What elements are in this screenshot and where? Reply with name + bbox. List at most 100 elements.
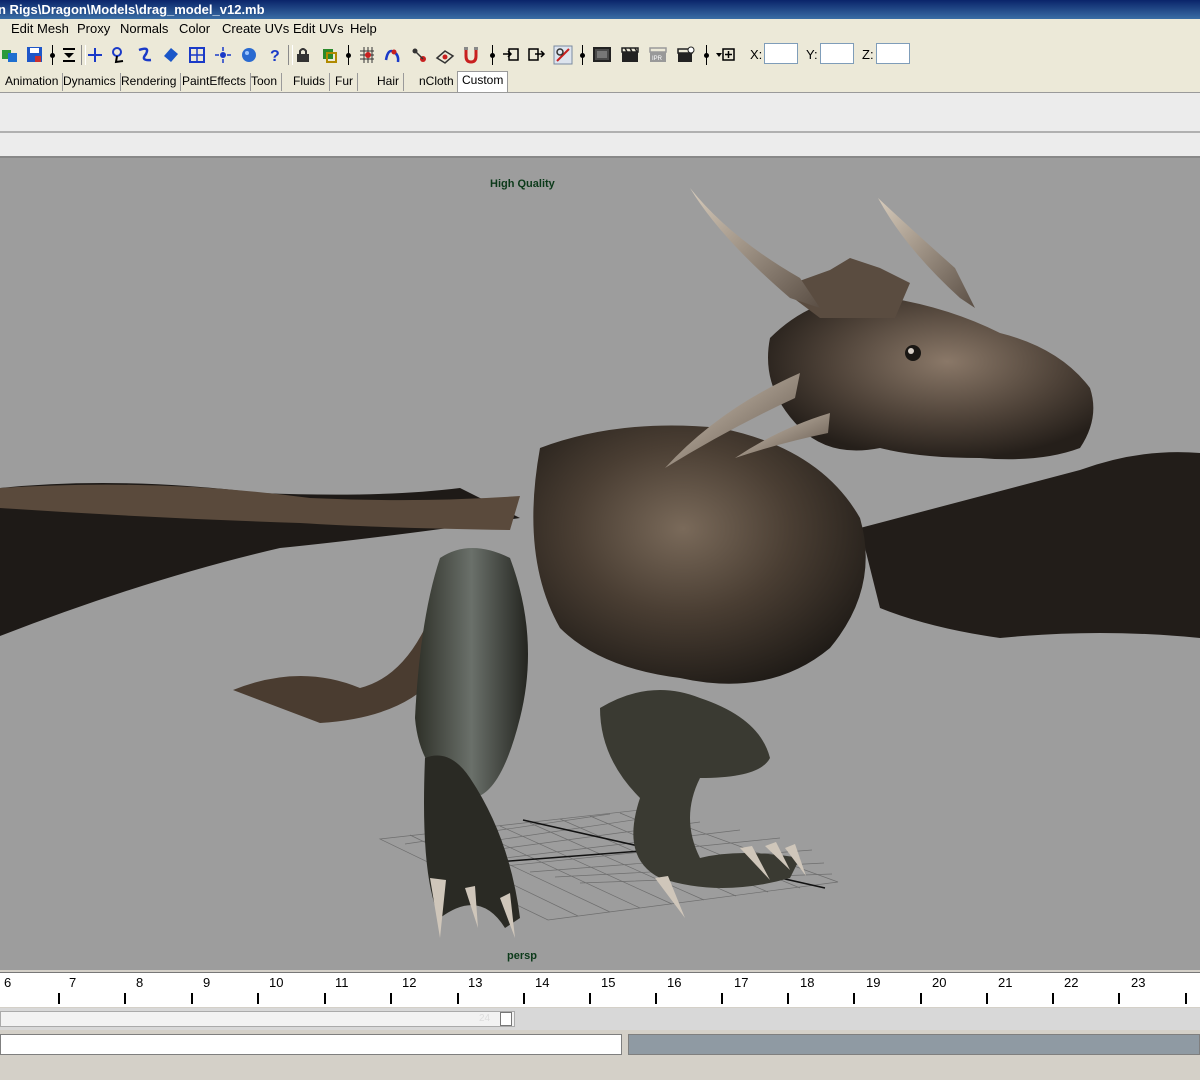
- timeline-tick-label: 10: [269, 975, 284, 990]
- render-view-icon[interactable]: [591, 44, 613, 66]
- input-ops-icon[interactable]: [500, 44, 522, 66]
- tab-hair[interactable]: Hair: [373, 73, 405, 91]
- tab-rendering[interactable]: Rendering: [117, 73, 182, 91]
- curve-icon[interactable]: [134, 44, 156, 66]
- menu-normals[interactable]: Normals: [120, 21, 168, 36]
- command-line: [0, 1032, 1200, 1058]
- timeline-tick: [1052, 993, 1054, 1004]
- move-icon[interactable]: [84, 44, 106, 66]
- menu-color[interactable]: Color: [179, 21, 210, 36]
- paint-icon[interactable]: [160, 44, 182, 66]
- command-result-field: [628, 1034, 1200, 1055]
- toolbar-separator: [50, 45, 55, 65]
- viewport-panel-toolbar: [0, 133, 1200, 158]
- render-current-frame-icon[interactable]: [619, 44, 641, 66]
- dragon-model: [0, 188, 1200, 938]
- snap-to-point-icon[interactable]: [408, 44, 430, 66]
- lasso-icon[interactable]: [108, 44, 130, 66]
- perspective-viewport[interactable]: High Quality persp: [0, 158, 1200, 970]
- tab-fluids[interactable]: Fluids: [289, 73, 331, 91]
- tab-dynamics[interactable]: Dynamics: [59, 73, 121, 91]
- command-input[interactable]: [0, 1034, 622, 1055]
- render-sphere-icon[interactable]: [238, 44, 260, 66]
- toolbar-separator: [346, 45, 351, 65]
- tab-toon[interactable]: Toon: [247, 73, 283, 91]
- z-label: Z:: [862, 47, 874, 62]
- construction-history-icon[interactable]: [552, 44, 574, 66]
- timeline-tick-label: 23: [1131, 975, 1146, 990]
- timeline-tick-label: 14: [535, 975, 550, 990]
- timeline-tick: [721, 993, 723, 1004]
- z-field[interactable]: [876, 43, 910, 64]
- toolbar-separator: [490, 45, 495, 65]
- output-ops-icon[interactable]: [526, 44, 548, 66]
- menu-create-uvs[interactable]: Create UVs: [222, 21, 289, 36]
- timeline-tick-label: 12: [402, 975, 417, 990]
- light-icon[interactable]: [212, 44, 234, 66]
- y-field[interactable]: [820, 43, 854, 64]
- window-title-bar: n Rigs\Dragon\Models\drag_model_v12.mb: [0, 0, 1200, 19]
- timeline-tick: [655, 993, 657, 1004]
- x-field[interactable]: [764, 43, 798, 64]
- tab-custom[interactable]: Custom: [457, 71, 509, 92]
- svg-text:IPR: IPR: [652, 56, 663, 62]
- ipr-render-icon[interactable]: IPR: [647, 44, 669, 66]
- shelf-content: [0, 93, 1200, 133]
- timeline-tick-label: 20: [932, 975, 947, 990]
- select-by-component-icon[interactable]: [318, 44, 340, 66]
- timeline-tick-label: 6: [4, 975, 12, 990]
- menu-edit-uvs[interactable]: Edit UVs: [293, 21, 344, 36]
- new-scene-icon[interactable]: [0, 44, 22, 66]
- timeline-tick-label: 9: [203, 975, 211, 990]
- menu-help[interactable]: Help: [350, 21, 377, 36]
- tab-ncloth[interactable]: nCloth: [415, 73, 459, 91]
- range-slider-value: 24: [479, 1013, 491, 1024]
- menu-edit-mesh[interactable]: Edit Mesh: [11, 21, 69, 36]
- timeline-tick-label: 15: [601, 975, 616, 990]
- time-slider[interactable]: 6 7 8 9 10 11 12 13 14 15 16 17 18 19 20…: [0, 972, 1200, 1007]
- timeline-tick-label: 22: [1064, 975, 1079, 990]
- status-line-toolbar: ? IPR X: Y: Z:: [0, 40, 1200, 70]
- timeline-tick: [1118, 993, 1120, 1004]
- snap-to-curve-icon[interactable]: [382, 44, 404, 66]
- help-line: [0, 1058, 1200, 1080]
- timeline-tick-label: 19: [866, 975, 881, 990]
- timeline-tick: [257, 993, 259, 1004]
- snap-grid-icon[interactable]: [186, 44, 208, 66]
- menu-set-icon[interactable]: [58, 44, 80, 66]
- timeline-tick: [390, 993, 392, 1004]
- render-settings-icon[interactable]: [675, 44, 697, 66]
- snap-to-view-plane-icon[interactable]: [434, 44, 456, 66]
- menu-proxy[interactable]: Proxy: [77, 21, 110, 36]
- timeline-tick-label: 18: [800, 975, 815, 990]
- timeline-tick: [589, 993, 591, 1004]
- timeline-tick-label: 11: [335, 975, 349, 990]
- camera-label: persp: [507, 950, 537, 962]
- toolbar-separator: [704, 45, 709, 65]
- svg-text:?: ?: [270, 48, 280, 65]
- make-live-icon[interactable]: [460, 44, 482, 66]
- range-slider-track[interactable]: [0, 1011, 515, 1027]
- y-label: Y:: [806, 47, 818, 62]
- help-icon[interactable]: ?: [264, 44, 286, 66]
- range-slider-handle[interactable]: [500, 1012, 512, 1026]
- lock-icon[interactable]: [292, 44, 314, 66]
- snap-to-grid-icon[interactable]: [356, 44, 378, 66]
- timeline-tick: [853, 993, 855, 1004]
- timeline-tick-label: 16: [667, 975, 682, 990]
- timeline-tick-label: 21: [998, 975, 1013, 990]
- tab-animation[interactable]: Animation: [1, 73, 64, 91]
- range-slider: 24: [0, 1008, 1200, 1030]
- tab-painteffects[interactable]: PaintEffects: [178, 73, 251, 91]
- transform-mode-icon[interactable]: [714, 44, 736, 66]
- tab-fur[interactable]: Fur: [331, 73, 358, 91]
- timeline-tick: [457, 993, 459, 1004]
- quality-label: High Quality: [490, 178, 555, 190]
- save-scene-icon[interactable]: [24, 44, 46, 66]
- timeline-tick: [191, 993, 193, 1004]
- timeline-tick-label: 13: [468, 975, 483, 990]
- window-title: n Rigs\Dragon\Models\drag_model_v12.mb: [0, 2, 265, 17]
- timeline-tick: [1185, 993, 1187, 1004]
- timeline-tick: [58, 993, 60, 1004]
- shelf-tabs: Animation Dynamics Rendering PaintEffect…: [0, 70, 1200, 93]
